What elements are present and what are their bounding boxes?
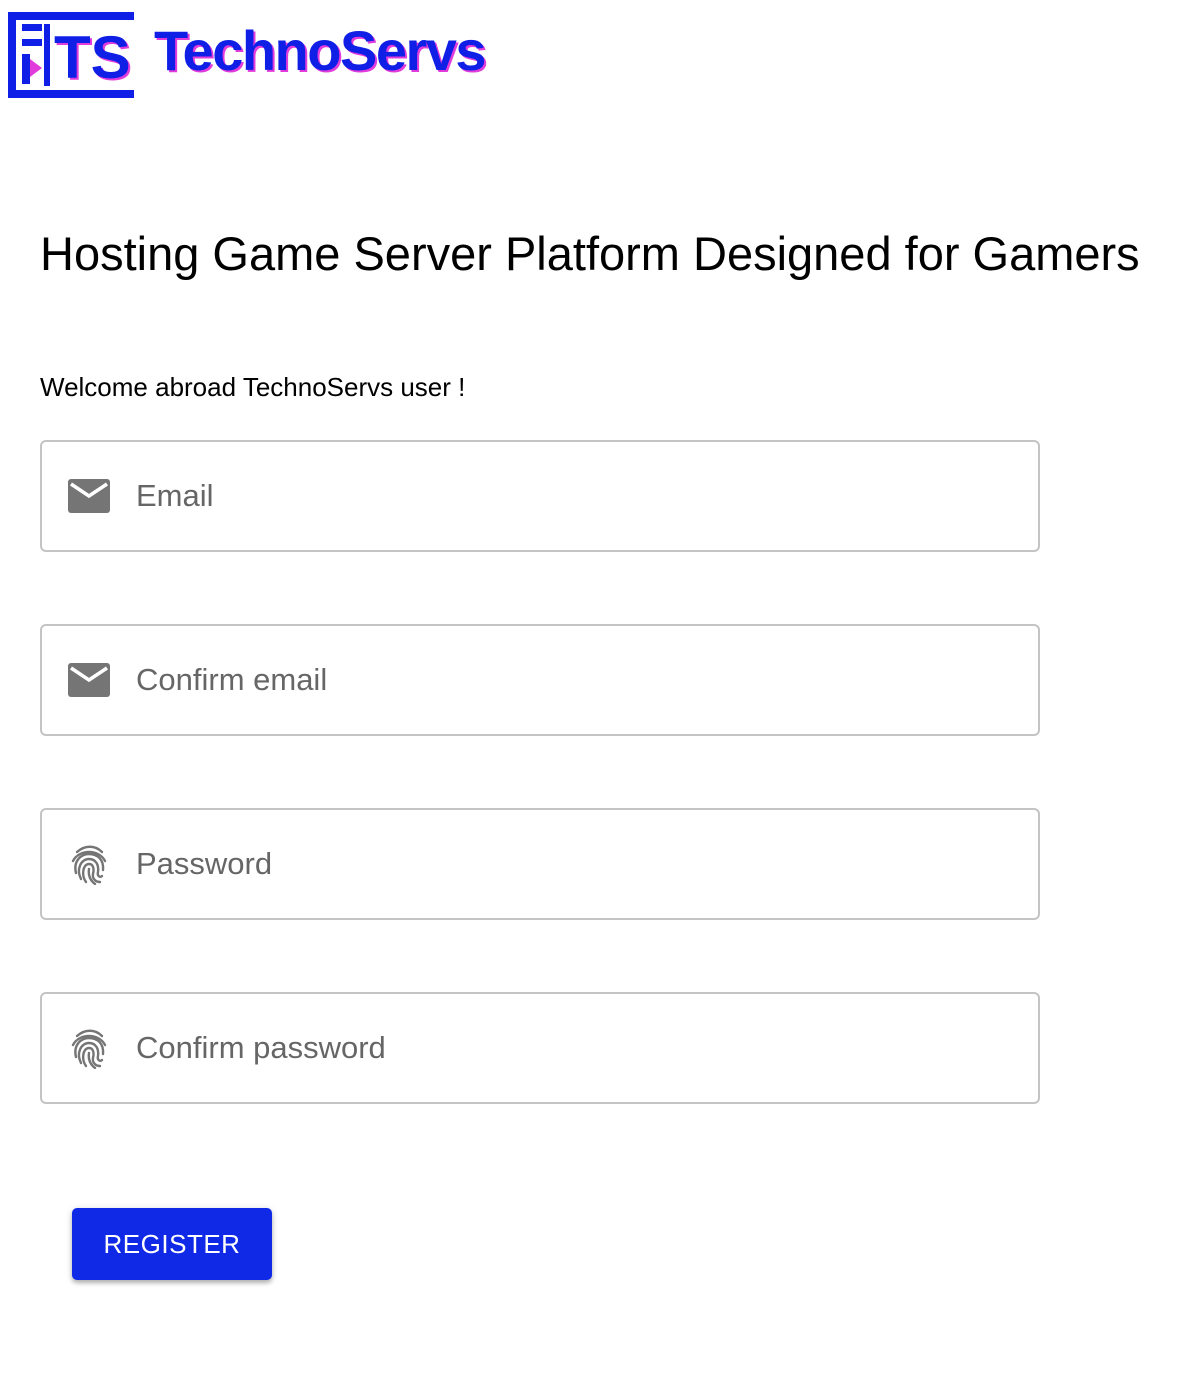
password-field[interactable] [40,808,1040,920]
brand-logo[interactable]: TS TS TechnoServs [8,12,487,98]
technoservs-logo-icon: TS TS [8,12,134,98]
confirm-password-input[interactable] [136,994,1018,1102]
confirm-email-field[interactable] [40,624,1040,736]
register-button[interactable]: REGISTER [72,1208,272,1280]
page-headline: Hosting Game Server Platform Designed fo… [40,227,1140,280]
brand-name: TechnoServs [154,19,487,82]
mail-icon [68,659,110,701]
welcome-message: Welcome abroad TechnoServs user ! [40,372,466,402]
fingerprint-icon [68,843,110,885]
fingerprint-icon [68,1027,110,1069]
email-input[interactable] [136,442,1018,550]
confirm-password-field[interactable] [40,992,1040,1104]
svg-text:TS: TS [54,24,131,91]
mail-icon [68,475,110,517]
confirm-email-input[interactable] [136,626,1018,734]
email-field[interactable] [40,440,1040,552]
password-input[interactable] [136,810,1018,918]
